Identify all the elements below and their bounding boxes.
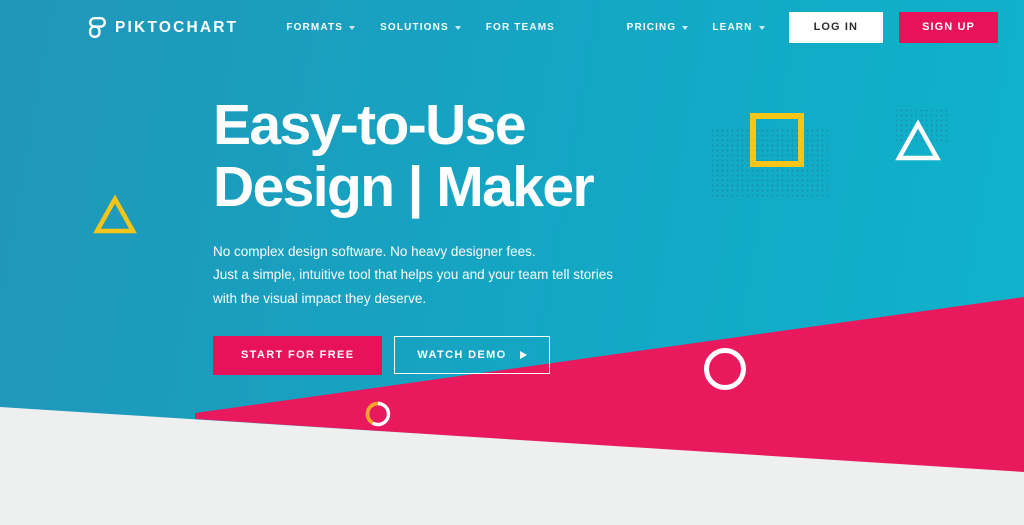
yellow-square-outline-icon [750, 113, 804, 167]
nav-item-pricing[interactable]: PRICING [627, 22, 689, 33]
hero-content: Easy-to-Use Design | Maker No complex de… [213, 96, 613, 375]
subcopy-line-3: with the visual impact they deserve. [213, 290, 427, 306]
subcopy-line-1: No complex design software. No heavy des… [213, 244, 536, 260]
secondary-nav: PRICING LEARN LOG IN SIGN UP [627, 12, 998, 43]
logo-home-link[interactable]: PIKTOCHART [89, 17, 238, 38]
nav-item-solutions-label: SOLUTIONS [380, 22, 449, 33]
nav-item-learn[interactable]: LEARN [712, 22, 765, 33]
nav-item-formats-label: FORMATS [286, 22, 344, 33]
watch-demo-button[interactable]: WATCH DEMO [394, 336, 550, 375]
hero-page: PIKTOCHART FORMATS SOLUTIONS FOR TEAMS P… [0, 0, 1024, 525]
chevron-down-icon [682, 26, 689, 30]
white-circle-outline-icon [704, 348, 746, 390]
yellow-triangle-outline-icon [93, 194, 137, 234]
play-triangle-icon [519, 351, 527, 360]
sign-up-button[interactable]: SIGN UP [899, 12, 998, 43]
nav-item-pricing-label: PRICING [626, 22, 677, 33]
hero-cta-row: START FOR FREE WATCH DEMO [213, 335, 613, 375]
start-for-free-button[interactable]: START FOR FREE [213, 335, 383, 375]
white-triangle-outline-icon [895, 119, 941, 161]
site-header: PIKTOCHART FORMATS SOLUTIONS FOR TEAMS P… [0, 0, 1024, 55]
chevron-down-icon [454, 26, 461, 30]
page-title: Easy-to-Use Design | Maker [213, 96, 613, 216]
watch-demo-label: WATCH DEMO [417, 348, 507, 361]
nav-item-formats[interactable]: FORMATS [286, 22, 356, 33]
logo-wordmark: PIKTOCHART [115, 18, 239, 36]
headline-line-2: Design | Maker [213, 155, 595, 220]
primary-nav: FORMATS SOLUTIONS FOR TEAMS [286, 22, 555, 33]
nav-item-learn-label: LEARN [712, 22, 753, 33]
headline-line-1: Easy-to-Use [213, 93, 526, 157]
log-in-button[interactable]: LOG IN [788, 12, 884, 43]
chevron-down-icon [349, 26, 356, 30]
piktochart-p-mark-icon [89, 17, 106, 38]
nav-item-for-teams[interactable]: FOR TEAMS [486, 22, 555, 33]
chevron-down-icon [758, 26, 765, 30]
yellow-white-circle-outline-icon [365, 401, 391, 427]
subcopy-line-2: Just a simple, intuitive tool that helps… [213, 267, 613, 283]
hero-subcopy: No complex design software. No heavy des… [213, 240, 613, 310]
nav-item-for-teams-label: FOR TEAMS [485, 22, 556, 33]
nav-item-solutions[interactable]: SOLUTIONS [380, 22, 461, 33]
